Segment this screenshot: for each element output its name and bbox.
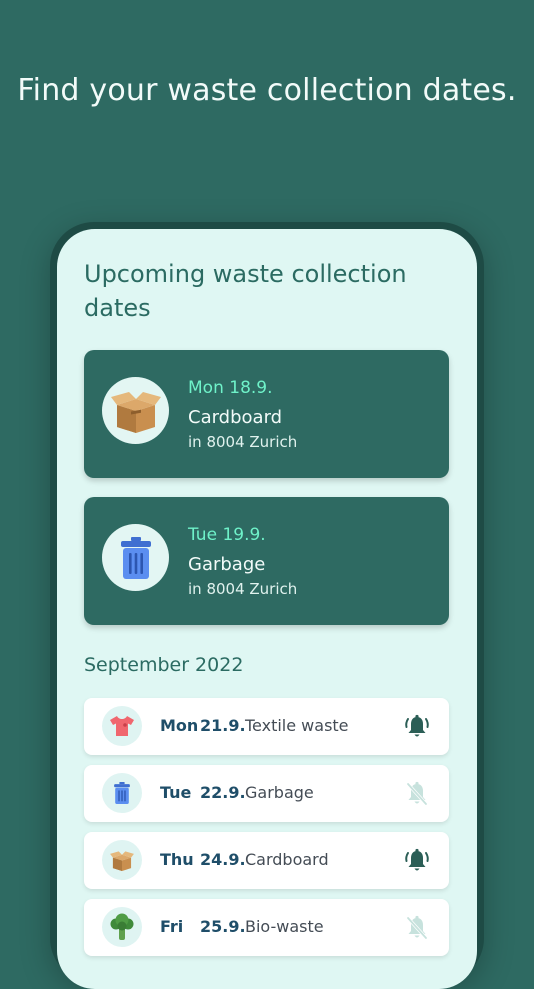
upcoming-location: in 8004 Zurich — [188, 580, 298, 598]
tshirt-icon — [102, 706, 142, 746]
upcoming-location: in 8004 Zurich — [188, 433, 298, 451]
trash-bin-icon — [102, 773, 142, 813]
row-day: Fri — [160, 917, 184, 936]
row-date: 21.9. — [200, 716, 246, 735]
upcoming-type: Garbage — [188, 554, 266, 575]
bell-off-icon[interactable] — [402, 779, 432, 809]
upcoming-card-cardboard[interactable]: Mon 18.9. Cardboard in 8004 Zurich — [84, 350, 449, 478]
trash-bin-icon — [102, 524, 169, 591]
row-day: Tue — [160, 783, 192, 802]
upcoming-date: Mon 18.9. — [188, 378, 273, 398]
row-day: Mon — [160, 716, 199, 735]
cardboard-box-icon — [102, 377, 169, 444]
row-date: 22.9. — [200, 783, 246, 802]
screen-title: Upcoming waste collection dates — [84, 260, 407, 322]
schedule-row-biowaste[interactable]: Fri 25.9. Bio-waste — [84, 899, 449, 956]
row-type: Bio-waste — [245, 917, 324, 936]
row-date: 25.9. — [200, 917, 246, 936]
upcoming-card-garbage[interactable]: Tue 19.9. Garbage in 8004 Zurich — [84, 497, 449, 625]
bell-on-icon[interactable] — [402, 846, 432, 876]
broccoli-icon — [102, 907, 142, 947]
upcoming-date: Tue 19.9. — [188, 525, 266, 545]
row-type: Garbage — [245, 783, 314, 802]
bell-off-icon[interactable] — [402, 913, 432, 943]
schedule-row-textile[interactable]: Mon 21.9. Textile waste — [84, 698, 449, 755]
row-date: 24.9. — [200, 850, 246, 869]
schedule-row-cardboard[interactable]: Thu 24.9. Cardboard — [84, 832, 449, 889]
upcoming-type: Cardboard — [188, 407, 283, 428]
month-label: September 2022 — [84, 654, 244, 676]
phone-screen: Upcoming waste collection dates Mon 18.9… — [57, 229, 477, 989]
headline: Find your waste collection dates. — [17, 73, 517, 108]
row-day: Thu — [160, 850, 194, 869]
bell-on-icon[interactable] — [402, 712, 432, 742]
row-type: Cardboard — [245, 850, 329, 869]
schedule-row-garbage[interactable]: Tue 22.9. Garbage — [84, 765, 449, 822]
row-type: Textile waste — [245, 716, 349, 735]
cardboard-box-icon — [102, 840, 142, 880]
